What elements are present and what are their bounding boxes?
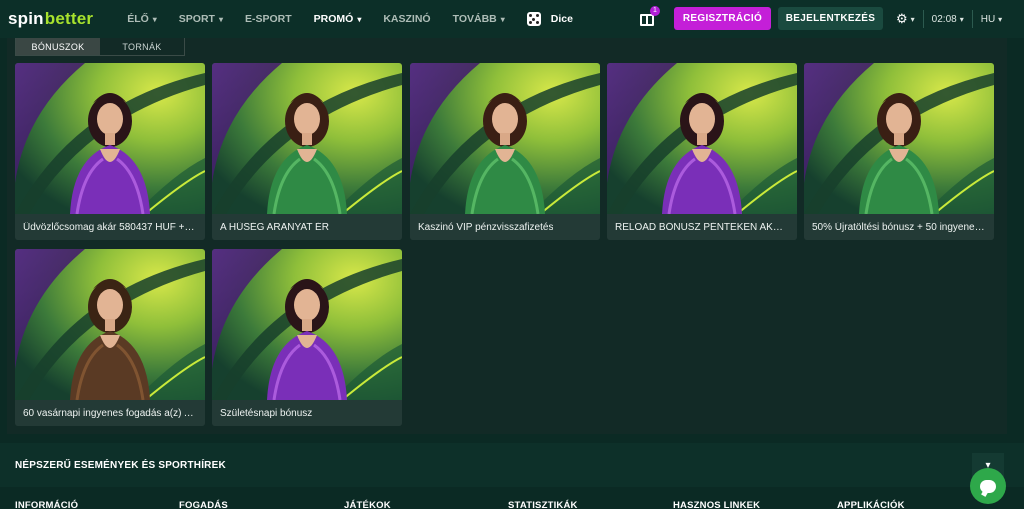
promo-card[interactable]: RELOAD BÓNUSZ PÉNTEKEN AKÁR 2... bbox=[607, 63, 797, 240]
logo-better-text: better bbox=[44, 9, 94, 28]
promo-card[interactable]: Kaszinó VIP pénzvisszafizetés bbox=[410, 63, 600, 240]
live-chat-button[interactable] bbox=[970, 468, 1006, 504]
chevron-down-icon: ▾ bbox=[357, 14, 362, 24]
promo-card[interactable]: Üdvözlőcsomag akár 580437 HUF + 1... bbox=[15, 63, 205, 240]
promo-image bbox=[410, 63, 600, 214]
gift-count-badge: 1 bbox=[650, 6, 660, 16]
footer-col-betting[interactable]: FOGADÁS bbox=[179, 500, 228, 509]
language-selector[interactable]: HU bbox=[981, 14, 995, 25]
nav-label: KASZINÓ bbox=[383, 13, 431, 25]
chevron-down-icon: ▾ bbox=[218, 14, 223, 24]
footer-col-games[interactable]: JÁTÉKOK bbox=[344, 500, 391, 509]
nav-item-elo[interactable]: ÉLŐ ▾ bbox=[127, 0, 169, 38]
promo-title-bar[interactable]: 60 vasárnapi ingyenes fogadás a(z) A... bbox=[15, 400, 205, 426]
chevron-down-icon[interactable]: ▾ bbox=[960, 15, 964, 24]
nav-item-promo[interactable]: PROMÓ ▾ bbox=[314, 0, 374, 38]
header-tools: ⚙ ▾ 02:08 ▾ HU ▾ bbox=[896, 0, 1002, 38]
nav-item-sport[interactable]: SPORT ▾ bbox=[179, 0, 235, 38]
gift-icon bbox=[640, 14, 654, 26]
promo-title: 50% Újratöltési bónusz + 50 ingyenes ... bbox=[812, 221, 986, 233]
nav-label: TOVÁBB bbox=[452, 13, 497, 25]
promo-title: Kaszinó VIP pénzvisszafizetés bbox=[418, 221, 554, 233]
promo-title-bar[interactable]: A HŰSÉG ARANYAT ÉR bbox=[212, 214, 402, 240]
promo-image bbox=[212, 249, 402, 400]
footer-col-statistics[interactable]: STATISZTIKÁK bbox=[508, 500, 578, 509]
chevron-down-icon: ▾ bbox=[500, 14, 505, 24]
tab-bonuses[interactable]: BÓNUSZOK bbox=[16, 38, 100, 55]
promo-title-bar[interactable]: Születésnapi bónusz bbox=[212, 400, 402, 426]
gear-icon[interactable]: ⚙ bbox=[896, 11, 908, 27]
nav-item-dice[interactable]: Dice bbox=[526, 0, 585, 38]
promo-panel: BÓNUSZOK TORNÁK Üdvözlőcsomag akár 58043… bbox=[7, 38, 1007, 434]
chevron-down-icon: ▾ bbox=[152, 14, 157, 24]
promo-image bbox=[212, 63, 402, 214]
promo-card[interactable]: A HŰSÉG ARANYAT ÉR bbox=[212, 63, 402, 240]
popular-events-section[interactable]: NÉPSZERŰ ESEMÉNYEK ÉS SPORTHÍREK ▾ bbox=[0, 443, 1024, 487]
nav-label: Dice bbox=[550, 13, 573, 25]
promo-title-bar[interactable]: Kaszinó VIP pénzvisszafizetés bbox=[410, 214, 600, 240]
login-button[interactable]: BEJELENTKEZÉS bbox=[778, 7, 883, 30]
nav-label: E-SPORT bbox=[244, 13, 292, 25]
promo-title: RELOAD BÓNUSZ PÉNTEKEN AKÁR 2... bbox=[615, 221, 789, 233]
clock-time[interactable]: 02:08 bbox=[932, 14, 957, 25]
nav-item-kaszino[interactable]: KASZINÓ bbox=[383, 0, 442, 38]
footer-links: INFORMÁCIÓ FOGADÁS JÁTÉKOK STATISZTIKÁK … bbox=[0, 490, 1024, 509]
promo-title-bar[interactable]: 50% Újratöltési bónusz + 50 ingyenes ... bbox=[804, 214, 994, 240]
footer-col-info[interactable]: INFORMÁCIÓ bbox=[15, 500, 78, 509]
chevron-down-icon[interactable]: ▾ bbox=[998, 15, 1002, 24]
promo-image bbox=[15, 63, 205, 214]
promo-card[interactable]: Születésnapi bónusz bbox=[212, 249, 402, 426]
nav-label: PROMÓ bbox=[313, 13, 354, 25]
promo-image bbox=[804, 63, 994, 214]
gift-button[interactable]: 1 bbox=[640, 6, 660, 26]
promo-title: Születésnapi bónusz bbox=[220, 407, 313, 419]
footer-col-apps[interactable]: APPLIKÁCIÓK bbox=[837, 500, 905, 509]
section-title: NÉPSZERŰ ESEMÉNYEK ÉS SPORTHÍREK bbox=[15, 459, 226, 471]
promo-image bbox=[607, 63, 797, 214]
promo-title: 60 vasárnapi ingyenes fogadás a(z) A... bbox=[23, 407, 197, 419]
promo-card[interactable]: 60 vasárnapi ingyenes fogadás a(z) A... bbox=[15, 249, 205, 426]
nav-label: ÉLŐ bbox=[127, 13, 149, 25]
site-logo[interactable]: spin better bbox=[8, 9, 93, 29]
nav-item-tovabb[interactable]: TOVÁBB ▾ bbox=[453, 0, 517, 38]
nav-item-esport[interactable]: E-SPORT bbox=[245, 0, 304, 38]
promo-tabs: BÓNUSZOK TORNÁK bbox=[15, 38, 185, 56]
tab-tournaments[interactable]: TORNÁK bbox=[100, 38, 184, 55]
register-button[interactable]: REGISZTRÁCIÓ bbox=[674, 7, 771, 30]
footer-col-useful-links[interactable]: HASZNOS LINKEK bbox=[673, 500, 760, 509]
promo-title: Üdvözlőcsomag akár 580437 HUF + 1... bbox=[23, 221, 197, 233]
top-navigation-bar: spin better ÉLŐ ▾ SPORT ▾ E-SPORT PROMÓ … bbox=[0, 0, 1024, 38]
divider bbox=[971, 10, 973, 28]
promo-title-bar[interactable]: Üdvözlőcsomag akár 580437 HUF + 1... bbox=[15, 214, 205, 240]
promo-title-bar[interactable]: RELOAD BÓNUSZ PÉNTEKEN AKÁR 2... bbox=[607, 214, 797, 240]
logo-spin-text: spin bbox=[8, 9, 44, 28]
chat-icon bbox=[980, 479, 996, 493]
promo-image bbox=[15, 249, 205, 400]
promo-title: A HŰSÉG ARANYAT ÉR bbox=[220, 221, 329, 233]
chevron-down-icon[interactable]: ▾ bbox=[911, 15, 915, 24]
dice-icon bbox=[526, 12, 541, 26]
divider bbox=[922, 10, 924, 28]
main-nav: ÉLŐ ▾ SPORT ▾ E-SPORT PROMÓ ▾ KASZINÓ TO… bbox=[127, 0, 595, 38]
promo-card[interactable]: 50% Újratöltési bónusz + 50 ingyenes ... bbox=[804, 63, 994, 240]
nav-label: SPORT bbox=[178, 13, 215, 25]
